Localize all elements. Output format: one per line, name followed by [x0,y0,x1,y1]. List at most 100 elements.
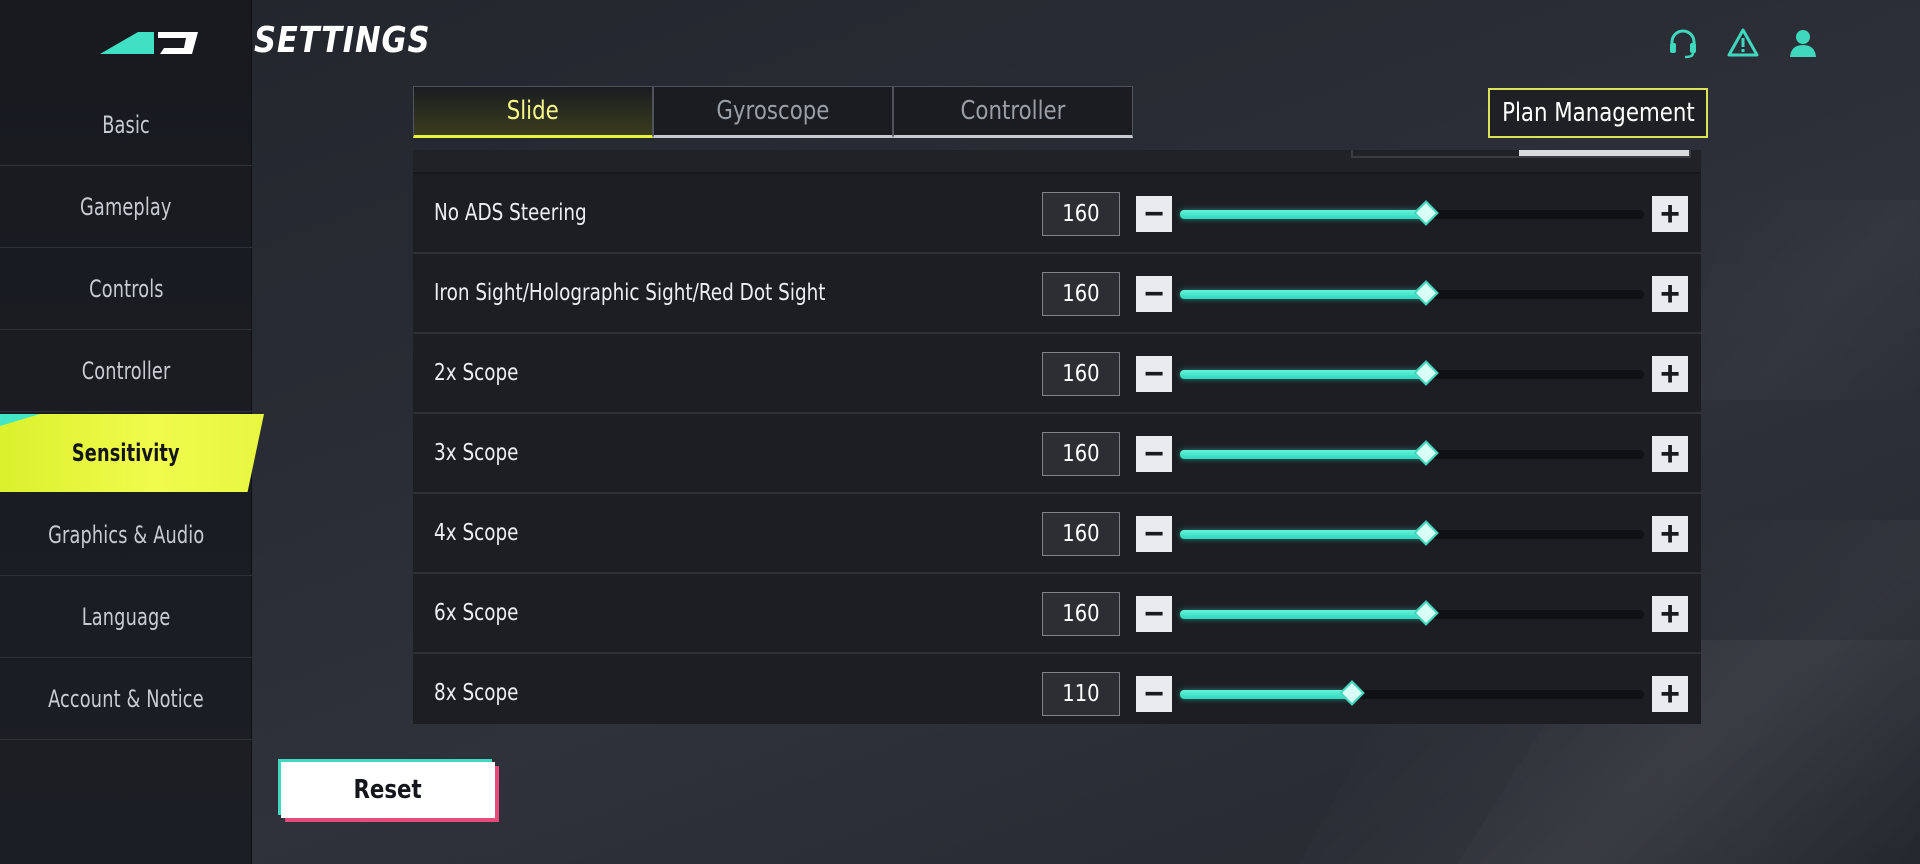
partial-row [413,150,1701,174]
sensitivity-row: 4x Scope 160 − + [413,494,1701,574]
row-label: 2x Scope [434,360,519,386]
slider-thumb[interactable] [1413,440,1439,466]
sensitivity-row: 2x Scope 160 − + [413,334,1701,414]
plan-management-label: Plan Management [1501,98,1695,128]
value-field[interactable]: 160 [1042,512,1120,556]
game-logo [100,32,198,54]
sidebar-item-controller[interactable]: Controller [0,330,252,412]
warning-icon[interactable] [1726,26,1760,60]
value-field[interactable]: 160 [1042,192,1120,236]
sidebar-item-graphics-audio[interactable]: Graphics & Audio [0,494,252,576]
slider-thumb[interactable] [1413,600,1439,626]
user-icon[interactable] [1786,26,1820,60]
slider-thumb[interactable] [1413,280,1439,306]
reset-button[interactable]: Reset [281,762,495,818]
row-label: No ADS Steering [434,200,587,226]
slider-track[interactable] [1180,360,1644,386]
sidebar-item-account-notice[interactable]: Account & Notice [0,658,252,740]
row-label: 3x Scope [434,440,519,466]
tab-label: Slide [506,96,560,126]
decrease-button[interactable]: − [1136,596,1172,632]
headset-icon[interactable] [1666,26,1700,60]
slider-fill [1180,210,1426,219]
value-text: 160 [1062,441,1100,467]
tab-slide[interactable]: Slide [413,86,653,138]
sidebar-item-basic[interactable]: Basic [0,84,252,166]
increase-button[interactable]: + [1652,276,1688,312]
value-field[interactable]: 160 [1042,272,1120,316]
slider-thumb[interactable] [1339,680,1365,706]
sensitivity-list: No ADS Steering 160 − + Iron Sight/Holograph… [413,150,1701,724]
value-text: 160 [1062,281,1100,307]
decrease-button[interactable]: − [1136,436,1172,472]
value-text: 160 [1062,361,1100,387]
sensitivity-tabs: Slide Gyroscope Controller [413,86,1133,138]
sidebar-item-label: Graphics & Audio [47,520,205,549]
sidebar-item-gameplay[interactable]: Gameplay [0,166,252,248]
partial-row-control [1351,150,1691,158]
slider-thumb[interactable] [1413,520,1439,546]
decrease-button[interactable]: − [1136,276,1172,312]
sidebar-nav: Basic Gameplay Controls Controller Sensi… [0,84,252,740]
slider-fill [1180,610,1426,619]
value-text: 160 [1062,521,1100,547]
sidebar-item-controls[interactable]: Controls [0,248,252,330]
slider-thumb[interactable] [1413,200,1439,226]
tab-gyroscope[interactable]: Gyroscope [653,86,893,138]
row-label: Iron Sight/Holographic Sight/Red Dot Sig… [434,280,826,306]
row-label: 4x Scope [434,520,519,546]
decrease-button[interactable]: − [1136,356,1172,392]
value-field[interactable]: 160 [1042,432,1120,476]
slider-track[interactable] [1180,200,1644,226]
decrease-button[interactable]: − [1136,516,1172,552]
reset-label: Reset [353,775,423,805]
increase-button[interactable]: + [1652,436,1688,472]
slider-track[interactable] [1180,520,1644,546]
slider-fill [1180,530,1426,539]
sidebar-item-sensitivity[interactable]: Sensitivity [0,412,252,494]
sensitivity-row: 8x Scope 110 − + [413,654,1701,724]
sidebar-item-language[interactable]: Language [0,576,252,658]
tab-label: Controller [960,96,1066,126]
tab-label: Gyroscope [716,96,830,126]
sensitivity-row: 6x Scope 160 − + [413,574,1701,654]
sidebar-item-label: Account & Notice [48,684,204,713]
sidebar-item-label: Controls [88,274,164,303]
value-field[interactable]: 110 [1042,672,1120,716]
sensitivity-row: No ADS Steering 160 − + [413,174,1701,254]
top-icon-bar [1666,26,1820,60]
slider-fill [1180,690,1352,699]
slider-fill [1180,450,1426,459]
slider-track[interactable] [1180,600,1644,626]
value-field[interactable]: 160 [1042,352,1120,396]
increase-button[interactable]: + [1652,196,1688,232]
sensitivity-row: Iron Sight/Holographic Sight/Red Dot Sig… [413,254,1701,334]
sidebar-item-label: Language [81,602,171,631]
value-text: 160 [1062,201,1100,227]
increase-button[interactable]: + [1652,356,1688,392]
sidebar: Basic Gameplay Controls Controller Sensi… [0,0,252,864]
sidebar-item-label: Controller [81,356,171,385]
plan-management-button[interactable]: Plan Management [1488,88,1708,138]
slider-thumb[interactable] [1413,360,1439,386]
slider-track[interactable] [1180,280,1644,306]
decrease-button[interactable]: − [1136,676,1172,712]
sidebar-item-label: Basic [102,110,150,139]
page-title: SETTINGS [254,20,431,61]
background-streak [1663,200,1920,400]
increase-button[interactable]: + [1652,516,1688,552]
slider-fill [1180,290,1426,299]
slider-fill [1180,370,1426,379]
increase-button[interactable]: + [1652,596,1688,632]
slider-track[interactable] [1180,440,1644,466]
decrease-button[interactable]: − [1136,196,1172,232]
value-field[interactable]: 160 [1042,592,1120,636]
sidebar-item-label: Gameplay [80,192,172,221]
slider-track[interactable] [1180,680,1644,706]
sensitivity-row: 3x Scope 160 − + [413,414,1701,494]
increase-button[interactable]: + [1652,676,1688,712]
value-text: 160 [1062,601,1100,627]
tab-controller[interactable]: Controller [893,86,1133,138]
row-label: 8x Scope [434,680,519,706]
sidebar-item-label: Sensitivity [72,439,180,467]
